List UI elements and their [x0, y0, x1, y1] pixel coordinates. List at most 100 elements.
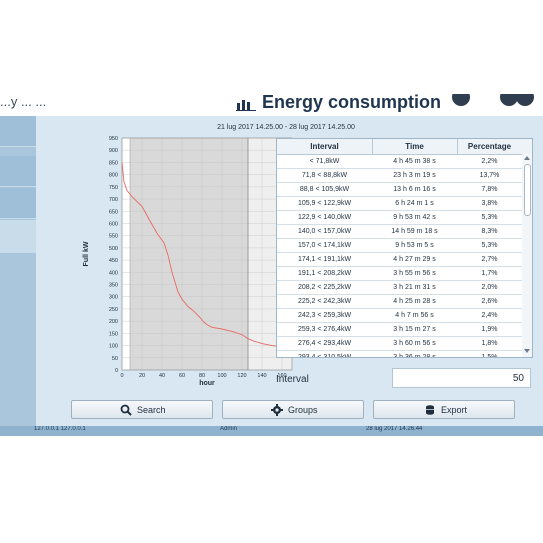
export-button[interactable]: Export	[373, 400, 515, 419]
cell-interval: 276,4 < 293,4kW	[297, 340, 352, 347]
table-row[interactable]: 208,2 < 225,2kW 3 h 21 m 31 s 2,0%	[277, 281, 522, 295]
cell-interval: 208,2 < 225,2kW	[297, 284, 352, 291]
load-duration-chart: 0501001502002503003504004505005506006507…	[83, 136, 293, 387]
sidebar-item-1[interactable]	[0, 116, 36, 147]
cell-time: 3 h 60 m 56 s	[393, 340, 436, 347]
x-tick-label: 0	[120, 373, 123, 379]
title-bar: ...y ... ... Energy consumption	[0, 94, 543, 116]
y-tick-label: 200	[109, 319, 118, 325]
y-tick-label: 450	[109, 258, 118, 264]
search-label: Search	[137, 405, 166, 415]
cell-percentage: 2,6%	[481, 298, 498, 305]
cell-time: 4 h 25 m 28 s	[393, 298, 436, 305]
x-tick-label: 40	[159, 373, 165, 379]
table-row[interactable]: 293,4 < 310,5kW 3 h 36 m 28 s 1,5%	[277, 351, 522, 358]
table-row[interactable]: 174,1 < 191,1kW 4 h 27 m 29 s 2,7%	[277, 253, 522, 267]
cell-percentage: 3,8%	[481, 200, 498, 207]
table-row[interactable]: < 71,8kW 4 h 45 m 38 s 2,2%	[277, 155, 522, 169]
table-header: Interval Time Percentage	[277, 139, 532, 155]
y-tick-label: 650	[109, 209, 118, 215]
y-tick-label: 500	[109, 246, 118, 252]
y-tick-label: 700	[109, 197, 118, 203]
cell-time: 14 h 59 m 18 s	[391, 228, 438, 235]
cell-interval: 71,8 < 88,8kW	[301, 172, 348, 179]
export-label: Export	[441, 405, 468, 415]
close-icon[interactable]	[516, 94, 534, 106]
interval-input[interactable]: 50	[392, 368, 531, 388]
y-tick-label: 300	[109, 295, 118, 301]
table-row[interactable]: 88,8 < 105,9kW 13 h 6 m 16 s 7,8%	[277, 183, 522, 197]
gear-icon	[271, 404, 283, 416]
content-panel: 21 lug 2017 14.25.00 - 28 lug 2017 14.25…	[36, 116, 543, 426]
search-icon	[120, 404, 132, 416]
cell-percentage: 2,4%	[481, 312, 498, 319]
cell-interval: 259,3 < 276,4kW	[297, 326, 352, 333]
sidebar-item-3[interactable]	[0, 188, 36, 219]
cell-time: 4 h 27 m 29 s	[393, 256, 436, 263]
cell-time: 9 h 53 m 5 s	[395, 242, 434, 249]
status-datetime: 28 lug 2017 14.26.44	[366, 426, 423, 432]
x-tick-label: 80	[199, 373, 205, 379]
header-interval[interactable]: Interval	[277, 142, 372, 151]
cell-time: 6 h 24 m 1 s	[395, 200, 434, 207]
table-row[interactable]: 157,0 < 174,1kW 9 h 53 m 5 s 5,3%	[277, 239, 522, 253]
y-axis-label: Full kW	[83, 241, 90, 266]
sidebar	[0, 116, 36, 426]
scroll-thumb[interactable]	[524, 164, 531, 216]
y-tick-label: 150	[109, 331, 118, 337]
cell-interval: 191,1 < 208,2kW	[297, 270, 352, 277]
main-area: 21 lug 2017 14.25.00 - 28 lug 2017 14.25…	[0, 116, 543, 426]
info-icon[interactable]	[452, 94, 470, 106]
interval-label: Interval	[276, 374, 309, 385]
cell-interval: 174,1 < 191,1kW	[297, 256, 352, 263]
x-tick-label: 60	[179, 373, 185, 379]
cell-percentage: 5,3%	[481, 214, 498, 221]
interval-table: Interval Time Percentage < 71,8kW 4 h 45 …	[276, 138, 533, 358]
cell-percentage: 13,7%	[479, 172, 500, 179]
x-tick-label: 140	[257, 373, 266, 379]
sidebar-item-2[interactable]	[0, 156, 36, 187]
cell-percentage: 1,8%	[481, 340, 498, 347]
table-row[interactable]: 259,3 < 276,4kW 3 h 15 m 27 s 1,9%	[277, 323, 522, 337]
table-row[interactable]: 122,9 < 140,0kW 9 h 53 m 42 s 5,3%	[277, 211, 522, 225]
table-scrollbar[interactable]	[522, 154, 532, 357]
y-tick-label: 900	[109, 148, 118, 154]
cell-percentage: 8,3%	[481, 228, 498, 235]
y-tick-label: 100	[109, 344, 118, 350]
cell-interval: 122,9 < 140,0kW	[297, 214, 352, 221]
table-row[interactable]: 191,1 < 208,2kW 3 h 55 m 56 s 1,7%	[277, 267, 522, 281]
y-tick-label: 50	[112, 356, 118, 362]
sidebar-item-4[interactable]	[0, 220, 36, 253]
cell-percentage: 2,7%	[481, 256, 498, 263]
cell-percentage: 5,3%	[481, 242, 498, 249]
cell-interval: 225,2 < 242,3kW	[297, 298, 352, 305]
header-percentage[interactable]: Percentage	[457, 142, 522, 151]
table-row[interactable]: 71,8 < 88,8kW 23 h 3 m 19 s 13,7%	[277, 169, 522, 183]
y-tick-label: 550	[109, 234, 118, 240]
table-row[interactable]: 242,3 < 259,3kW 4 h 7 m 56 s 2,4%	[277, 309, 522, 323]
scroll-down-icon[interactable]	[524, 349, 530, 353]
cell-percentage: 1,7%	[481, 270, 498, 277]
y-tick-label: 950	[109, 136, 118, 142]
bar-chart-icon	[236, 100, 256, 111]
table-row[interactable]: 276,4 < 293,4kW 3 h 60 m 56 s 1,8%	[277, 337, 522, 351]
status-user: Admin	[220, 426, 238, 432]
header-time[interactable]: Time	[372, 142, 457, 151]
scroll-up-icon[interactable]	[524, 156, 530, 160]
page-title: Energy consumption	[262, 94, 442, 112]
table-row[interactable]: 105,9 < 122,9kW 6 h 24 m 1 s 3,8%	[277, 197, 522, 211]
x-tick-label: 20	[139, 373, 145, 379]
search-button[interactable]: Search	[71, 400, 213, 419]
cell-time: 3 h 36 m 28 s	[393, 354, 436, 358]
y-tick-label: 850	[109, 160, 118, 166]
cell-percentage: 1,9%	[481, 326, 498, 333]
cell-time: 4 h 7 m 56 s	[395, 312, 434, 319]
cell-time: 4 h 45 m 38 s	[393, 158, 436, 165]
table-row[interactable]: 225,2 < 242,3kW 4 h 25 m 28 s 2,6%	[277, 295, 522, 309]
cell-time: 9 h 53 m 42 s	[393, 214, 436, 221]
x-tick-label: 120	[237, 373, 246, 379]
cell-percentage: 2,2%	[481, 158, 498, 165]
table-row[interactable]: 140,0 < 157,0kW 14 h 59 m 18 s 8,3%	[277, 225, 522, 239]
groups-button[interactable]: Groups	[222, 400, 364, 419]
cell-time: 13 h 6 m 16 s	[393, 186, 436, 193]
